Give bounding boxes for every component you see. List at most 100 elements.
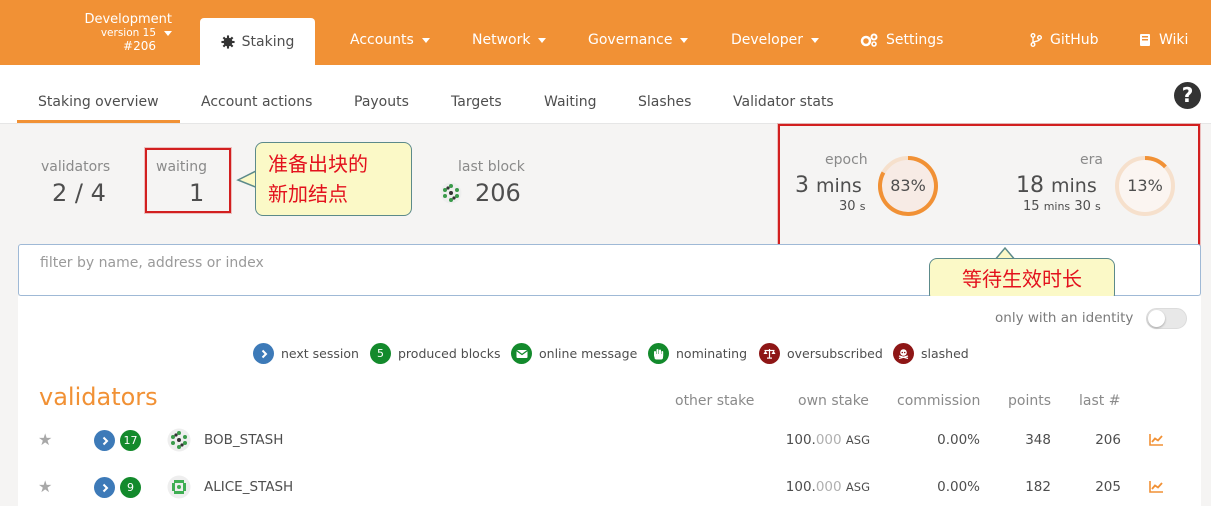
star-icon[interactable]: ★ <box>38 477 52 496</box>
column-header-own-stake: own stake <box>798 393 869 409</box>
epoch-time: 3 mins <box>795 172 862 200</box>
own-stake-cell: 100.000 ASG <box>760 479 870 495</box>
validator-name[interactable]: BOB_STASH <box>204 432 283 448</box>
nav-governance-label: Governance <box>588 32 673 48</box>
tab-slashes[interactable]: Slashes <box>638 93 691 111</box>
last-block-cell: 205 <box>1095 479 1121 495</box>
column-header-points: points <box>1008 393 1051 409</box>
commission-cell: 0.00% <box>937 432 980 448</box>
tab-payouts[interactable]: Payouts <box>354 93 409 111</box>
legend-slashed: slashed <box>893 343 969 364</box>
legend-oversubscribed: oversubscribed <box>759 343 883 364</box>
book-icon <box>1140 34 1150 46</box>
nav-network-label: Network <box>472 32 531 48</box>
annotation-text: 新加结点 <box>268 182 348 206</box>
star-icon[interactable]: ★ <box>38 430 52 449</box>
nav-accounts[interactable]: Accounts <box>350 31 430 49</box>
annotation-callout-waiting: 准备出块的 新加结点 <box>255 142 412 216</box>
legend-label: produced blocks <box>398 346 501 361</box>
era-subtime: 15 mins 30 s <box>1023 199 1101 214</box>
filter-placeholder: filter by name, address or index <box>40 255 264 271</box>
chevron-down-icon <box>164 31 172 36</box>
sub-navigation <box>0 65 1211 124</box>
validators-label: validators <box>41 159 111 175</box>
help-icon[interactable]: ? <box>1174 82 1201 109</box>
chevron-down-icon <box>680 37 689 43</box>
produced-blocks-badge: 17 <box>120 430 141 451</box>
era-label: era <box>1080 152 1103 168</box>
tab-staking-overview[interactable]: Staking overview <box>38 93 159 111</box>
code-branch-icon <box>1030 33 1042 47</box>
last-block-label: last block <box>458 159 525 175</box>
chart-line-icon[interactable] <box>1149 433 1164 446</box>
nav-settings[interactable]: Settings <box>860 31 943 49</box>
identity-toggle[interactable] <box>1146 308 1187 329</box>
own-stake-dec: 000 <box>815 432 842 448</box>
points-cell: 348 <box>1025 432 1051 448</box>
own-stake-unit: ASG <box>845 480 870 494</box>
own-stake-cell: 100.000 ASG <box>760 432 870 448</box>
era-sub-a-value: 15 <box>1023 199 1040 214</box>
validators-title: validators <box>39 383 158 411</box>
points-cell: 182 <box>1025 479 1051 495</box>
epoch-subtime: 30 s <box>839 199 865 214</box>
chain-selector[interactable]: Development version 15 #206 <box>60 12 172 54</box>
legend-nominating: nominating <box>648 343 747 364</box>
nav-settings-label: Settings <box>886 32 944 48</box>
nav-wiki-label: Wiki <box>1159 32 1189 48</box>
own-stake-int: 100. <box>785 432 816 448</box>
era-percent: 13% <box>1127 176 1163 195</box>
epoch-unit: mins <box>816 175 862 197</box>
tab-account-actions[interactable]: Account actions <box>201 93 312 111</box>
chevron-down-icon <box>538 37 547 43</box>
staking-gear-icon <box>221 34 235 49</box>
column-header-last-block: last # <box>1079 393 1121 409</box>
nav-accounts-label: Accounts <box>350 32 414 48</box>
chevron-right-icon <box>94 477 115 498</box>
nav-github-label: GitHub <box>1050 32 1099 48</box>
waiting-highlight-box <box>145 148 231 213</box>
tab-targets[interactable]: Targets <box>451 93 502 111</box>
legend-online-message: online message <box>511 343 637 364</box>
nav-network[interactable]: Network <box>472 31 547 49</box>
legend-label: slashed <box>921 346 969 361</box>
era-sub-a-unit: mins <box>1043 200 1071 213</box>
own-stake-dec: 000 <box>815 479 842 495</box>
epoch-value: 3 <box>795 173 809 198</box>
column-header-other-stake: other stake <box>675 393 755 409</box>
hand-icon <box>648 343 669 364</box>
validator-name[interactable]: ALICE_STASH <box>204 479 293 495</box>
tab-waiting[interactable]: Waiting <box>544 93 597 111</box>
nav-developer[interactable]: Developer <box>731 31 820 49</box>
own-stake-unit: ASG <box>845 433 870 447</box>
era-sub-b-value: 30 <box>1074 199 1091 214</box>
tab-staking[interactable]: Staking <box>200 18 315 65</box>
tab-staking-label: Staking <box>241 33 295 50</box>
nav-github[interactable]: GitHub <box>1030 31 1099 49</box>
epoch-sub-value: 30 <box>839 199 856 214</box>
produced-blocks-badge: 9 <box>120 477 141 498</box>
active-tab-indicator <box>17 120 180 123</box>
nav-developer-label: Developer <box>731 32 804 48</box>
chevron-down-icon <box>421 37 430 43</box>
waiting-value: 1 <box>189 179 205 207</box>
identicon-icon <box>440 182 462 204</box>
chain-name: Development <box>84 12 172 27</box>
waiting-label: waiting <box>156 159 208 175</box>
identicon-icon <box>167 428 191 452</box>
epoch-percent: 83% <box>890 176 926 195</box>
identity-toggle-label: only with an identity <box>995 310 1134 326</box>
legend-next-session: next session <box>253 343 359 364</box>
nav-governance[interactable]: Governance <box>588 31 689 49</box>
chart-line-icon[interactable] <box>1149 480 1164 493</box>
toggle-knob <box>1148 310 1165 327</box>
column-header-commission: commission <box>897 393 981 409</box>
nav-wiki[interactable]: Wiki <box>1139 31 1188 49</box>
chevron-right-icon <box>94 430 115 451</box>
era-value: 18 <box>1016 173 1044 198</box>
tab-validator-stats[interactable]: Validator stats <box>733 93 834 111</box>
validators-value: 2 / 4 <box>52 179 106 207</box>
epoch-label: epoch <box>825 152 868 168</box>
chain-block: #206 <box>123 39 156 53</box>
last-block-value: 206 <box>475 179 521 207</box>
